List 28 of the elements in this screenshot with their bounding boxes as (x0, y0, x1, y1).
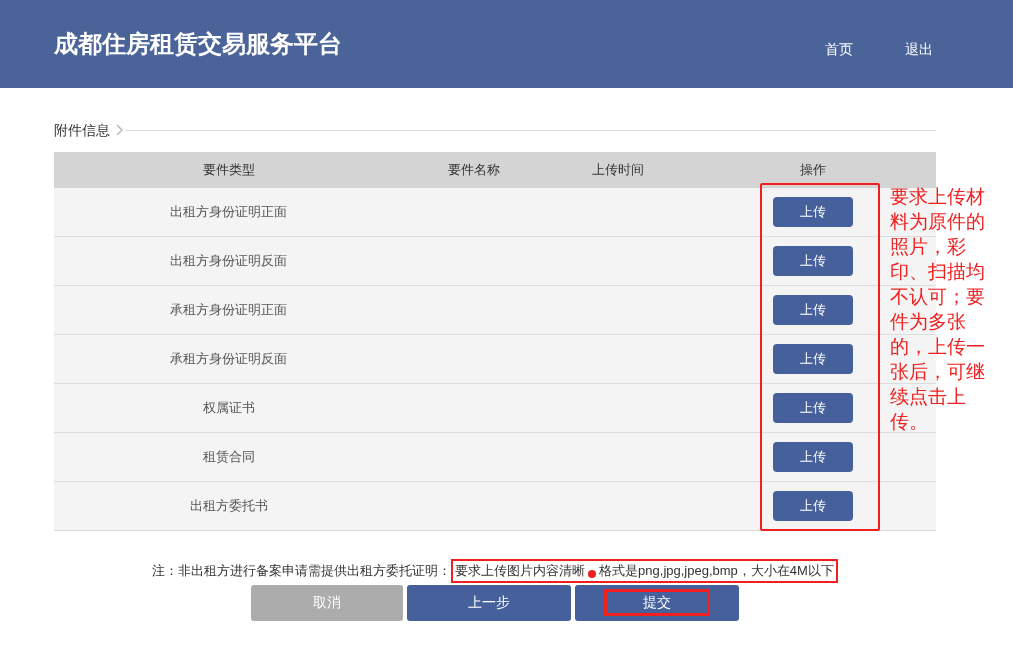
action-button[interactable]: 上一步 (407, 584, 571, 621)
upload-button[interactable]: 上传 (773, 295, 853, 325)
table-cell-text: 出租方身份证明反面 (169, 252, 288, 271)
upload-button[interactable]: 上传 (773, 197, 853, 227)
column-header: 要件类型 (201, 161, 256, 180)
column-header: 要件名称 (447, 161, 501, 180)
table-cell-text: 承租方身份证明反面 (169, 350, 288, 369)
nav-link[interactable]: 退出 (905, 38, 933, 60)
upload-button[interactable]: 上传 (773, 246, 853, 276)
site-title: 成都住房租赁交易服务平台 (54, 29, 342, 59)
highlighted-note: 要求上传图片内容清晰 格式是png,jpg,jpeg,bmp，大小在4M以下 (451, 559, 838, 583)
upload-button[interactable]: 上传 (773, 344, 853, 374)
upload-button[interactable]: 上传 (773, 393, 853, 423)
column-header: 操作 (799, 161, 827, 180)
table-cell-text: 权属证书 (201, 399, 256, 418)
action-button[interactable]: 提交 (575, 584, 739, 621)
upload-button[interactable]: 上传 (773, 491, 853, 521)
table-cell-text: 出租方身份证明正面 (169, 203, 288, 222)
section-title: 附件信息 (54, 120, 110, 140)
note-text: 注：非出租方进行备案申请需提供出租方委托证明： (152, 562, 452, 580)
table-cell-text: 承租方身份证明正面 (169, 301, 288, 320)
annotation-text: 要求上传材料为原件的照片，彩印、扫描均不认可；要件为多张的，上传一张后，可继续点击上传。 (890, 185, 986, 434)
table-cell-text: 出租方委托书 (188, 497, 269, 516)
upload-button[interactable]: 上传 (773, 442, 853, 472)
nav-link[interactable]: 首页 (825, 38, 853, 60)
column-header: 上传时间 (590, 161, 645, 180)
table-cell-text: 租赁合同 (201, 448, 256, 467)
chevron-icon (116, 124, 124, 136)
